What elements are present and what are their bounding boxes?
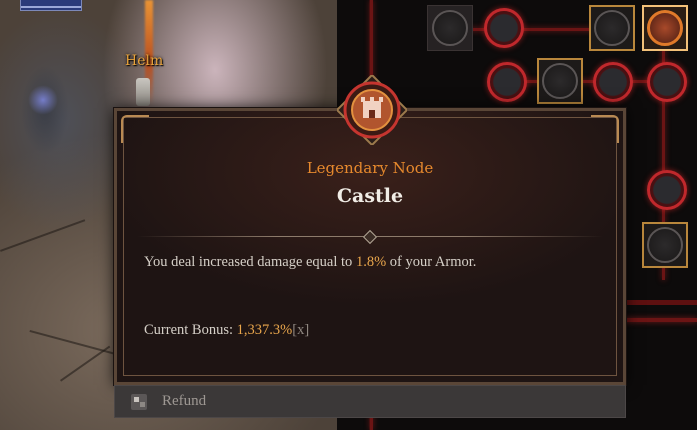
paragon-tile-selected[interactable] — [642, 5, 688, 51]
paragon-node-icon[interactable] — [647, 62, 687, 102]
refund-label: Refund — [162, 393, 207, 409]
paragon-tile[interactable] — [537, 58, 583, 104]
expand-bonus-toggle[interactable]: [x] — [292, 322, 309, 338]
paragon-node-icon — [594, 10, 630, 46]
paragon-tile[interactable] — [589, 5, 635, 51]
paragon-tile[interactable] — [642, 222, 688, 268]
controller-button-icon — [131, 393, 147, 410]
paragon-node-icon — [647, 10, 683, 46]
paragon-node-icon — [542, 63, 578, 99]
paragon-node-icon[interactable] — [484, 8, 524, 48]
paragon-node-icon[interactable] — [487, 62, 527, 102]
paragon-node-icon — [647, 227, 683, 263]
tooltip-divider — [137, 229, 603, 245]
player-character — [10, 45, 80, 175]
refund-action[interactable]: Refund — [114, 385, 626, 418]
paragon-node-icon[interactable] — [593, 62, 633, 102]
node-description: You deal increased damage equal to 1.8% … — [144, 254, 477, 270]
paragon-tile[interactable] — [427, 5, 473, 51]
castle-crest-icon — [337, 75, 407, 145]
node-name-title: Castle — [336, 185, 404, 207]
legendary-node-tooltip: Legendary Node Castle You deal increased… — [114, 108, 626, 385]
paragon-node-icon[interactable] — [647, 170, 687, 210]
paragon-node-icon — [432, 10, 468, 46]
current-bonus: Current Bonus: 1,337.3%[x] — [144, 322, 310, 338]
resource-bar — [20, 0, 82, 11]
item-drop-label[interactable]: Helm — [125, 53, 163, 69]
dropped-helm-item[interactable] — [136, 78, 150, 106]
node-type-label: Legendary Node — [306, 159, 434, 177]
